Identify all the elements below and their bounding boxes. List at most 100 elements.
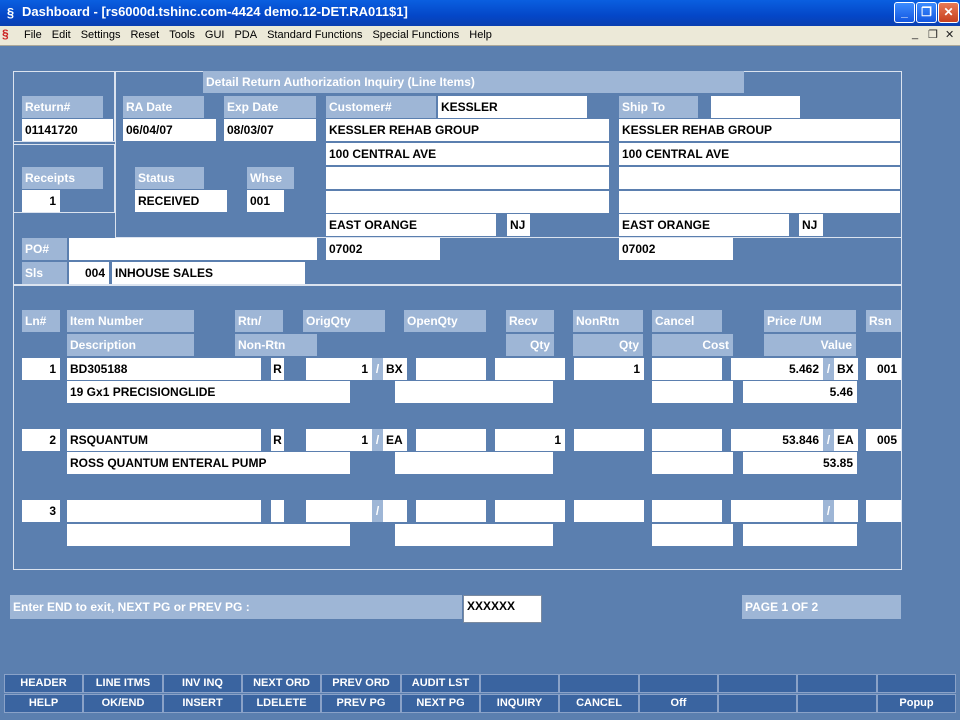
- fkey-next-pg[interactable]: NEXT PG: [401, 694, 480, 713]
- line-non-rtn-field[interactable]: [395, 524, 553, 546]
- col-cost: Cost: [652, 334, 733, 356]
- line-recv-qty-field[interactable]: 1: [495, 429, 565, 451]
- fkey-cancel[interactable]: CANCEL: [559, 694, 639, 713]
- fkey-popup[interactable]: Popup: [877, 694, 956, 713]
- whse-field[interactable]: 001: [247, 190, 284, 212]
- restore-icon[interactable]: ❐: [916, 2, 937, 23]
- menu-help[interactable]: Help: [464, 26, 497, 45]
- close-icon[interactable]: ✕: [938, 2, 959, 23]
- line-item-number-field[interactable]: RSQUANTUM: [67, 429, 261, 451]
- menu-special-functions[interactable]: Special Functions: [367, 26, 464, 45]
- customer-id-field[interactable]: KESSLER: [438, 96, 587, 118]
- line-non-rtn-field[interactable]: [395, 452, 553, 474]
- line-rsn-field[interactable]: 005: [866, 429, 901, 451]
- app-logo-icon: §: [6, 5, 15, 20]
- mdi-close-icon[interactable]: ✕: [945, 28, 954, 41]
- line-cost-field: [652, 381, 733, 403]
- line-open-qty-field[interactable]: [416, 358, 486, 380]
- ship-to-address3-field: [619, 191, 900, 213]
- col-price-um: Price /UM: [764, 310, 856, 332]
- line-nonrtn-qty-field[interactable]: [574, 500, 644, 522]
- line-cancel-field[interactable]: [652, 358, 722, 380]
- line-cancel-field[interactable]: [652, 429, 722, 451]
- menu-file[interactable]: File: [19, 26, 47, 45]
- ra-date-field[interactable]: 06/04/07: [123, 119, 216, 141]
- ship-to-zip-field: 07002: [619, 238, 733, 260]
- line-price-um-separator: /: [823, 429, 834, 451]
- customer-address1-field: 100 CENTRAL AVE: [326, 143, 609, 165]
- col-recv: Recv: [506, 310, 554, 332]
- line-price-field[interactable]: 53.846: [731, 429, 823, 451]
- minimize-icon[interactable]: _: [894, 2, 915, 23]
- line-rtn-field[interactable]: [271, 500, 284, 522]
- mdi-minimize-icon[interactable]: _: [912, 28, 918, 40]
- line-rtn-field[interactable]: R: [271, 358, 284, 380]
- menu-standard-functions[interactable]: Standard Functions: [262, 26, 367, 45]
- line-open-qty-field[interactable]: [416, 500, 486, 522]
- line-non-rtn-field[interactable]: [395, 381, 553, 403]
- line-rsn-field[interactable]: [866, 500, 901, 522]
- sls-code-field[interactable]: 004: [69, 262, 109, 284]
- ship-to-city-field: EAST ORANGE: [619, 214, 789, 236]
- menu-gui[interactable]: GUI: [200, 26, 230, 45]
- fkey-prev-ord[interactable]: PREV ORD: [321, 674, 401, 693]
- line-price-field[interactable]: [731, 500, 823, 522]
- menu-tools[interactable]: Tools: [164, 26, 200, 45]
- line-nonrtn-qty-field[interactable]: [574, 429, 644, 451]
- fkey-blank[interactable]: [797, 694, 877, 713]
- fkey-next-ord[interactable]: NEXT ORD: [242, 674, 321, 693]
- receipts-field[interactable]: 1: [22, 190, 60, 212]
- fkey-blank[interactable]: [797, 674, 877, 693]
- line-value-field: 5.46: [743, 381, 857, 403]
- line-rtn-field[interactable]: R: [271, 429, 284, 451]
- po-field[interactable]: [69, 238, 317, 260]
- status-field[interactable]: RECEIVED: [135, 190, 227, 212]
- col-open-qty: OpenQty: [404, 310, 486, 332]
- menu-edit[interactable]: Edit: [47, 26, 76, 45]
- col-non-rtn: Non-Rtn: [235, 334, 317, 356]
- fkey-inquiry[interactable]: INQUIRY: [480, 694, 559, 713]
- ship-to-id-field[interactable]: [711, 96, 800, 118]
- fkey-audit-lst[interactable]: AUDIT LST: [401, 674, 480, 693]
- fkey-blank[interactable]: [877, 674, 956, 693]
- col-recv-qty: Qty: [506, 334, 554, 356]
- line-price-field[interactable]: 5.462: [731, 358, 823, 380]
- line-cancel-field[interactable]: [652, 500, 722, 522]
- fkey-blank[interactable]: [718, 694, 797, 713]
- line-orig-qty-field[interactable]: 1: [306, 358, 372, 380]
- menu-pda[interactable]: PDA: [229, 26, 262, 45]
- line-item-number-field[interactable]: BD305188: [67, 358, 261, 380]
- line-open-qty-field[interactable]: [416, 429, 486, 451]
- command-input[interactable]: XXXXXX: [463, 595, 542, 623]
- menu-reset[interactable]: Reset: [125, 26, 164, 45]
- line-nonrtn-qty-field[interactable]: 1: [574, 358, 644, 380]
- line-recv-qty-field[interactable]: [495, 358, 565, 380]
- line-qty-um-separator: /: [372, 358, 383, 380]
- fkey-blank[interactable]: [639, 674, 718, 693]
- receipts-label: Receipts: [22, 167, 103, 189]
- col-cancel: Cancel: [652, 310, 722, 332]
- line-orig-qty-field[interactable]: 1: [306, 429, 372, 451]
- line-orig-qty-field[interactable]: [306, 500, 372, 522]
- fkey-prev-pg[interactable]: PREV PG: [321, 694, 401, 713]
- mdi-restore-icon[interactable]: ❐: [928, 28, 938, 41]
- fkey-help[interactable]: HELP: [4, 694, 83, 713]
- fkey-off[interactable]: Off: [639, 694, 718, 713]
- exp-date-field[interactable]: 08/03/07: [224, 119, 316, 141]
- line-item-number-field[interactable]: [67, 500, 261, 522]
- return-label: Return#: [22, 96, 103, 118]
- customer-zip-field: 07002: [326, 238, 440, 260]
- fkey-blank[interactable]: [718, 674, 797, 693]
- fkey-blank[interactable]: [480, 674, 559, 693]
- fkey-line-items[interactable]: LINE ITMS: [83, 674, 163, 693]
- fkey-header[interactable]: HEADER: [4, 674, 83, 693]
- fkey-inv-inq[interactable]: INV INQ: [163, 674, 242, 693]
- fkey-insert[interactable]: INSERT: [163, 694, 242, 713]
- return-number-field[interactable]: 01141720: [22, 119, 113, 141]
- menu-settings[interactable]: Settings: [76, 26, 126, 45]
- line-rsn-field[interactable]: 001: [866, 358, 901, 380]
- fkey-blank[interactable]: [559, 674, 639, 693]
- fkey-ok-end[interactable]: OK/END: [83, 694, 163, 713]
- fkey-ldelete[interactable]: LDELETE: [242, 694, 321, 713]
- line-recv-qty-field[interactable]: [495, 500, 565, 522]
